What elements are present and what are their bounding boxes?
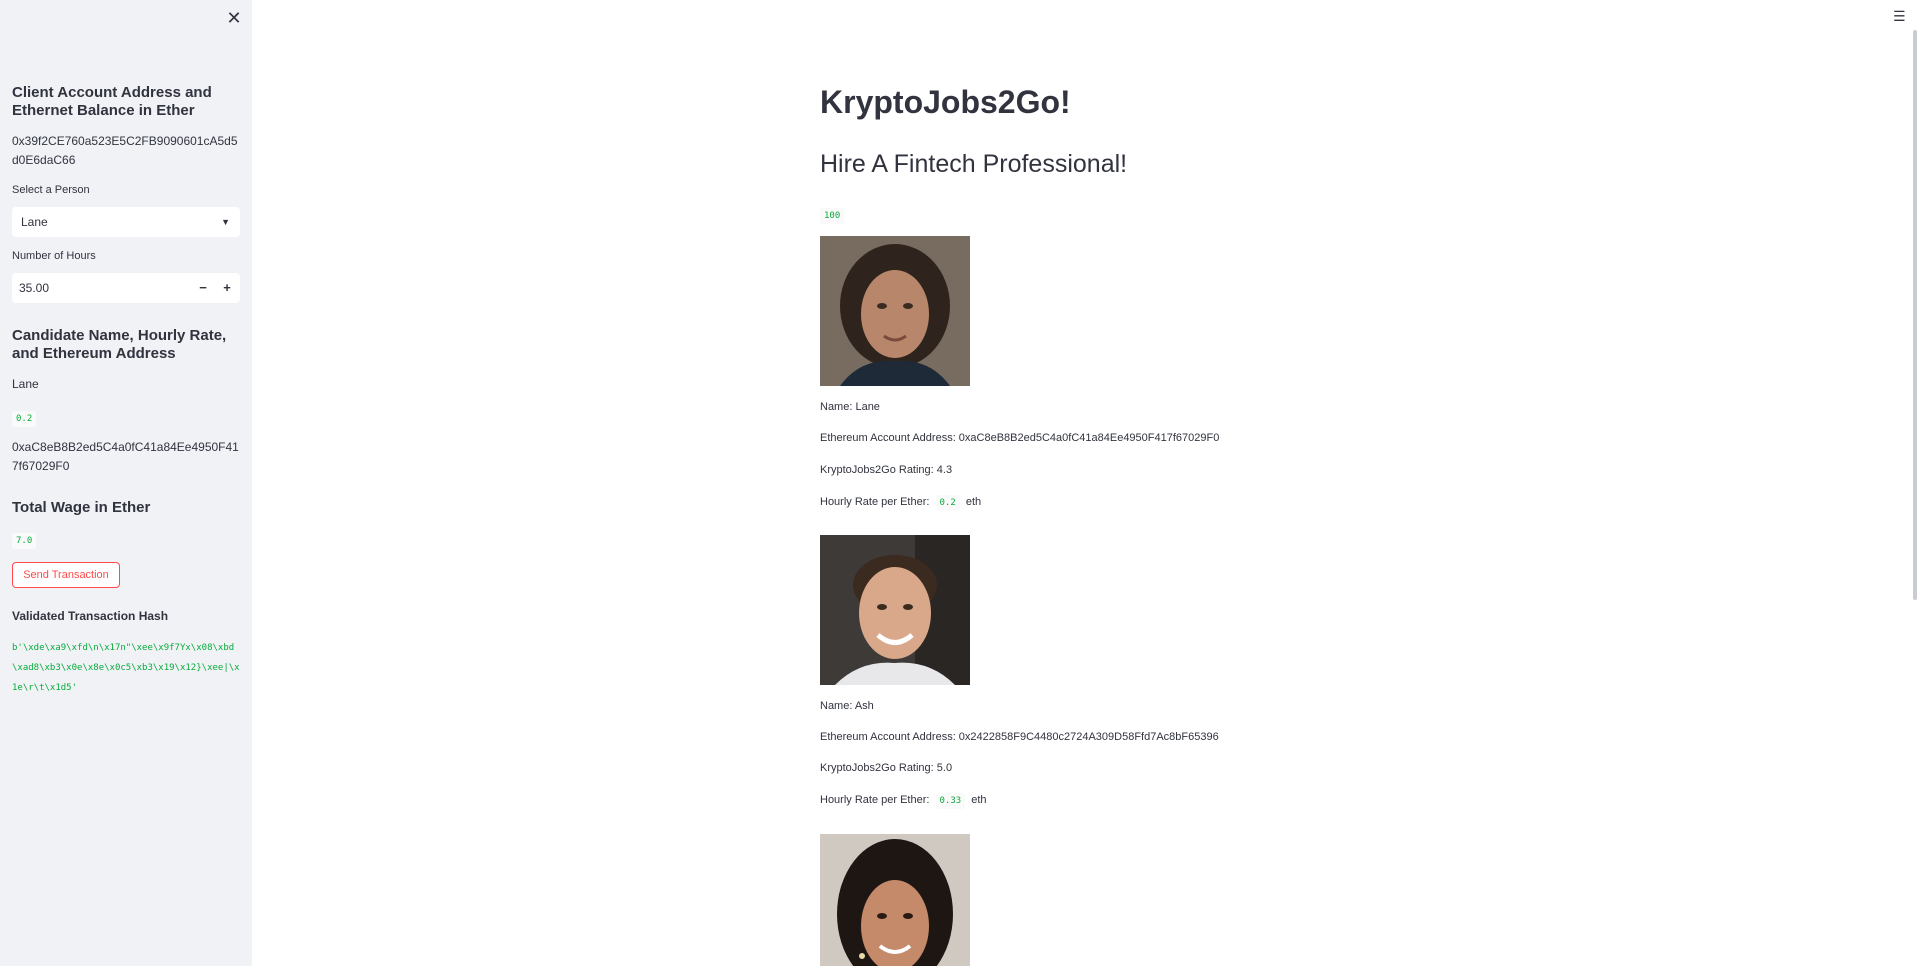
transaction-hash: b'\xde\xa9\xfd\n\x17n"\xee\x9f7Yx\x08\xb…: [12, 643, 240, 693]
decrement-button[interactable]: −: [192, 273, 214, 303]
candidate-heading: Candidate Name, Hourly Rate, and Ethereu…: [12, 327, 227, 362]
chevron-down-icon: ▼: [221, 217, 230, 227]
account-heading: Client Account Address and Ethernet Bala…: [12, 84, 212, 119]
wage-value: 7.0: [12, 533, 37, 549]
count-value: 100: [820, 208, 845, 224]
candidate-rating-lane: KryptoJobs2Go Rating: 4.3: [820, 464, 953, 476]
candidate-name-ash: Name: Ash: [820, 700, 874, 712]
rate-unit: eth: [971, 794, 987, 806]
hamburger-menu-icon[interactable]: ☰: [1893, 8, 1906, 25]
account-address: 0x39f2CE760a523E5C2FB9090601cA5d5d0E6daC…: [12, 134, 238, 167]
wage-heading: Total Wage in Ether: [12, 499, 151, 516]
candidate-photo-lane: [820, 236, 970, 386]
candidate-name-lane: Name: Lane: [820, 401, 880, 413]
page-title: KryptoJobs2Go!: [820, 84, 1071, 120]
hours-stepper: − +: [12, 273, 240, 303]
page-subtitle: Hire A Fintech Professional!: [820, 150, 1128, 178]
hours-input[interactable]: [12, 273, 192, 303]
send-transaction-button[interactable]: Send Transaction: [12, 562, 120, 588]
hours-label: Number of Hours: [12, 250, 96, 262]
candidate-rating-ash: KryptoJobs2Go Rating: 5.0: [820, 762, 953, 774]
select-person-label: Select a Person: [12, 184, 90, 196]
rate-value: 0.33: [935, 793, 966, 809]
rate-unit: eth: [965, 496, 982, 508]
candidate-rate: 0.2: [12, 411, 37, 427]
hash-heading: Validated Transaction Hash: [12, 609, 169, 623]
candidate-address: 0xaC8eB8B2ed5C4a0fC41a84Ee4950F417f67029…: [12, 440, 239, 473]
candidate-rate-row-lane: Hourly Rate per Ether: 0.2 eth: [820, 495, 981, 511]
close-icon[interactable]: ✕: [224, 8, 244, 28]
candidate-address-lane: Ethereum Account Address: 0xaC8eB8B2ed5C…: [820, 432, 1220, 444]
candidate-photo-3: [820, 834, 970, 966]
person-select-value: Lane: [21, 215, 48, 229]
scrollbar[interactable]: [1913, 30, 1917, 600]
candidate-address-ash: Ethereum Account Address: 0x2422858F9C44…: [820, 731, 1219, 743]
candidate-rate-row-ash: Hourly Rate per Ether: 0.33 eth: [820, 793, 987, 809]
app-window: ✕ Client Account Address and Ethernet Ba…: [0, 0, 1919, 966]
rate-label: Hourly Rate per Ether:: [820, 496, 930, 508]
candidate-name: Lane: [12, 377, 39, 391]
sidebar: ✕ Client Account Address and Ethernet Ba…: [0, 0, 252, 966]
increment-button[interactable]: +: [216, 273, 238, 303]
candidate-photo-ash: [820, 535, 970, 685]
main-content: ☰ KryptoJobs2Go! Hire A Fintech Professi…: [252, 0, 1919, 966]
rate-value: 0.2: [935, 495, 960, 511]
person-select[interactable]: Lane ▼: [12, 207, 240, 237]
rate-label: Hourly Rate per Ether:: [820, 794, 930, 806]
